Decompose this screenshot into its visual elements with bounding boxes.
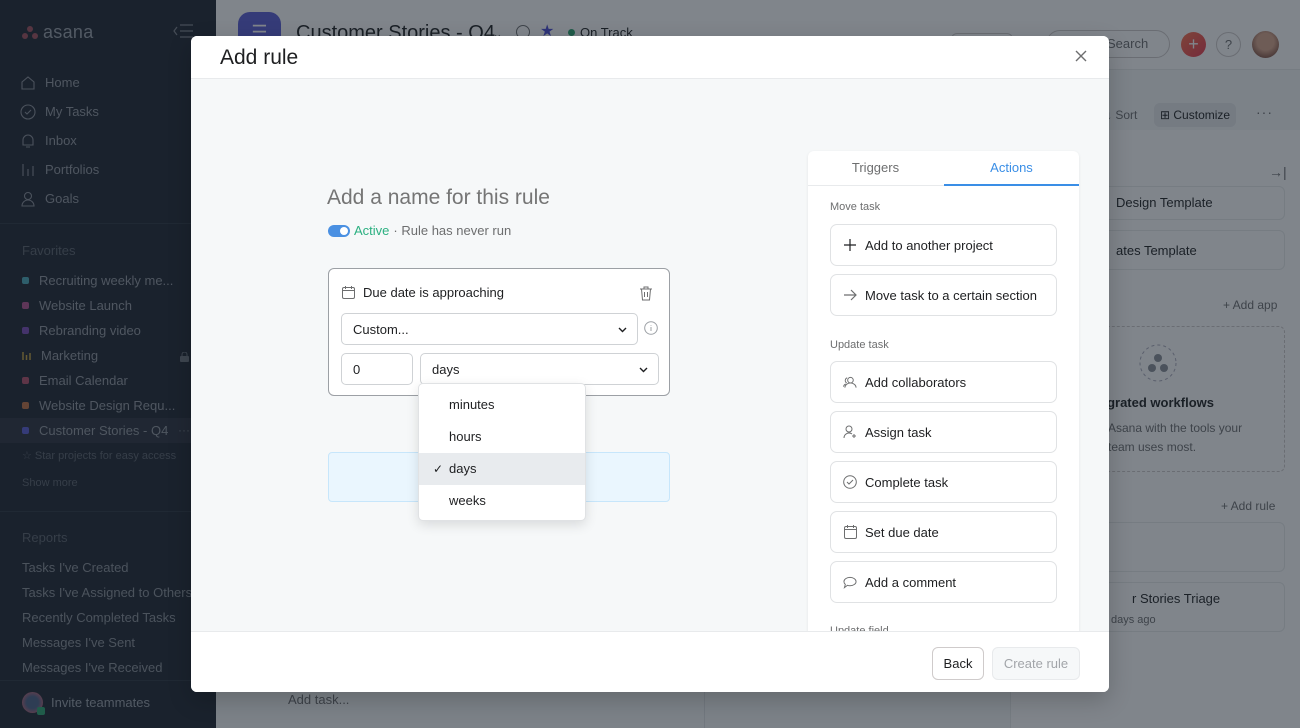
action-label: Move task to a certain section (865, 287, 1037, 303)
unit-select[interactable]: days (420, 353, 659, 385)
trash-icon[interactable] (639, 286, 653, 301)
tab-triggers[interactable]: Triggers (808, 151, 943, 186)
action-label: Add a comment (865, 574, 957, 590)
active-toggle[interactable] (328, 224, 350, 237)
check-circle-icon (843, 475, 857, 489)
action-label: Add collaborators (865, 374, 967, 390)
close-icon[interactable] (1073, 48, 1089, 64)
chevron-down-icon (639, 367, 648, 373)
assign-user-icon (843, 425, 857, 439)
rule-name-input[interactable] (327, 186, 667, 210)
unit-option[interactable]: weeks (419, 485, 585, 517)
tab-actions[interactable]: Actions (944, 151, 1079, 186)
modal-footer: Back Create rule (191, 631, 1109, 692)
action-add-comment[interactable]: Add a comment (830, 561, 1057, 603)
action-complete-task[interactable]: Complete task (830, 461, 1057, 503)
action-add-to-project[interactable]: Add to another project (830, 224, 1057, 266)
collaborators-icon (843, 375, 857, 389)
group-label-update-task: Update task (830, 339, 889, 351)
arrow-right-icon (843, 288, 857, 302)
create-rule-button[interactable]: Create rule (992, 647, 1080, 680)
comment-icon (843, 575, 857, 589)
timing-select[interactable]: Custom... (341, 313, 638, 345)
unit-option-label: weeks (449, 493, 486, 508)
chevron-down-icon (618, 327, 627, 333)
calendar-icon (342, 286, 355, 299)
active-label: Active (354, 223, 390, 238)
unit-select-value: days (432, 362, 460, 377)
trigger-card: Due date is approaching Custom... days (328, 268, 670, 396)
rule-run-status: · Rule has never run (393, 223, 512, 238)
unit-option-label: days (449, 461, 477, 476)
action-set-due-date[interactable]: Set due date (830, 511, 1057, 553)
unit-option-label: hours (449, 429, 482, 444)
unit-dropdown-menu: minutes hours ✓ days weeks (418, 383, 586, 521)
modal-body: Active · Rule has never run Due date is … (191, 79, 1109, 643)
unit-option[interactable]: ✓ days (419, 453, 585, 485)
action-move-to-section[interactable]: Move task to a certain section (830, 274, 1057, 316)
action-assign-task[interactable]: Assign task (830, 411, 1057, 453)
group-label-move-task: Move task (830, 201, 881, 213)
calendar-icon (843, 525, 857, 539)
unit-option-label: minutes (449, 397, 495, 412)
action-label: Add to another project (865, 237, 993, 253)
timing-select-value: Custom... (353, 322, 409, 337)
rule-tabs: Triggers Actions (808, 151, 1079, 186)
back-button[interactable]: Back (932, 647, 984, 680)
modal-title: Add rule (220, 46, 299, 69)
plus-icon (843, 238, 857, 252)
rule-status: Active · Rule has never run (328, 223, 511, 238)
info-icon[interactable] (644, 321, 658, 335)
add-rule-modal: Add rule Active · Rule has never run Due… (191, 36, 1109, 692)
action-label: Set due date (865, 524, 939, 540)
action-add-collaborators[interactable]: Add collaborators (830, 361, 1057, 403)
action-label: Assign task (865, 424, 932, 440)
trigger-title: Due date is approaching (363, 285, 504, 300)
rule-builder-panel: Triggers Actions Move task Add to anothe… (808, 151, 1079, 643)
check-icon: ✓ (433, 462, 444, 476)
amount-input[interactable] (341, 353, 413, 385)
action-label: Complete task (865, 474, 949, 490)
unit-option[interactable]: minutes (419, 389, 585, 421)
trigger-header: Due date is approaching (342, 285, 504, 300)
unit-option[interactable]: hours (419, 421, 585, 453)
modal-header: Add rule (191, 36, 1109, 79)
